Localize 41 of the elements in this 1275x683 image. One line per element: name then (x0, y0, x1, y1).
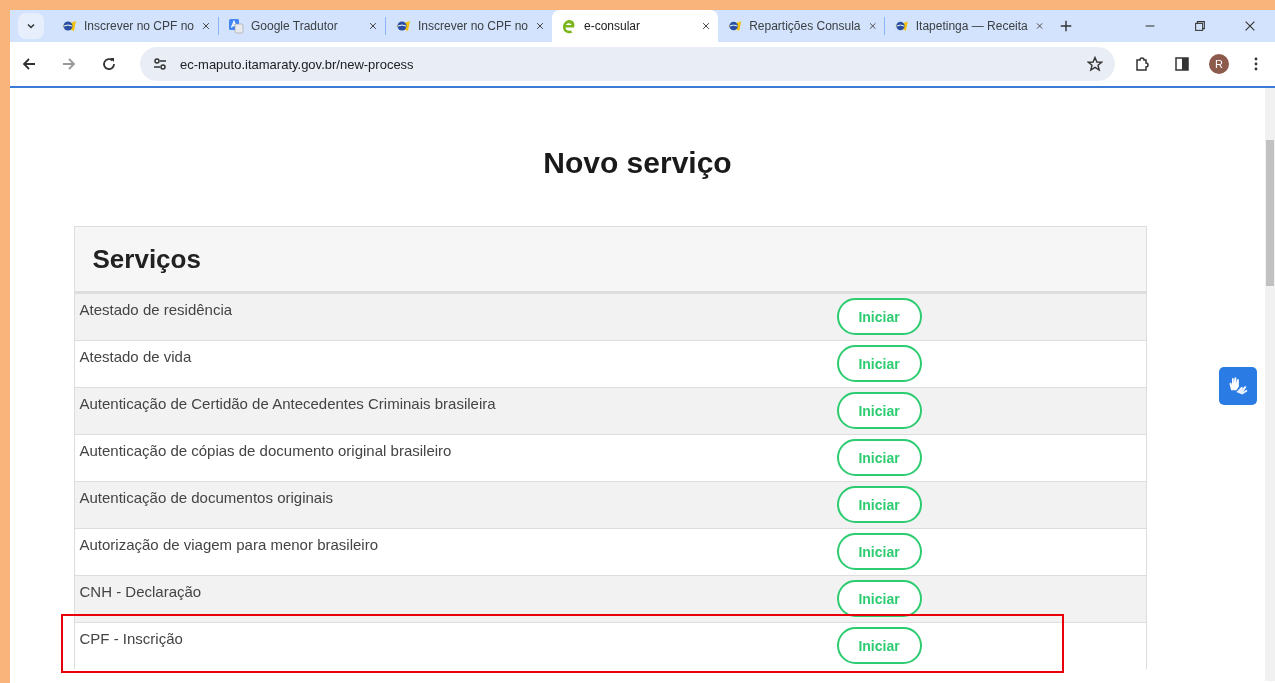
star-icon (1087, 56, 1103, 72)
service-name: Autenticação de documentos originais (79, 488, 334, 508)
page-title: Novo serviço (543, 146, 732, 180)
service-name: Atestado de vida (79, 347, 193, 367)
arrow-right-icon (61, 56, 77, 72)
close-icon (1243, 19, 1257, 33)
profile-avatar[interactable]: R (1209, 54, 1229, 74)
translate-icon (228, 18, 244, 34)
browser-tab[interactable]: Itapetinga — Receita (885, 10, 1051, 42)
puzzle-icon (1134, 56, 1150, 72)
browser-tab[interactable]: Repartições Consula (718, 10, 884, 42)
plus-icon (1059, 19, 1073, 33)
address-bar[interactable]: ec-maputo.itamaraty.gov.br/new-process (140, 47, 1115, 81)
site-settings-icon (152, 56, 168, 72)
restore-icon (1193, 19, 1207, 33)
service-name: Atestado de residência (79, 300, 234, 320)
close-icon (701, 21, 711, 31)
close-icon (867, 21, 877, 31)
close-icon (1034, 21, 1044, 31)
close-icon (535, 21, 545, 31)
globe-flag-icon (61, 18, 77, 34)
scrollbar[interactable] (1265, 88, 1275, 681)
letter-e-icon (561, 18, 577, 34)
close-icon (201, 21, 211, 31)
arrow-left-icon (21, 56, 37, 72)
browser-tab[interactable]: Google Tradutor (219, 10, 385, 42)
accessibility-button[interactable] (1219, 367, 1257, 405)
close-icon (368, 21, 378, 31)
service-name: Autenticação de Certidão de Antecedentes Criminais brasileira (79, 394, 497, 414)
reload-icon (101, 56, 117, 72)
service-name: Autenticação de cópias de documento original brasileiro (79, 441, 453, 461)
panel-title: Serviços (92, 243, 201, 275)
globe-flag-icon (395, 18, 411, 34)
service-name: CPF - Inscrição (79, 629, 184, 649)
browser-tab[interactable]: Inscrever no CPF no (386, 10, 552, 42)
new-tab-button[interactable] (1059, 19, 1073, 33)
service-name: Autorização de viagem para menor brasileiro (79, 535, 379, 555)
service-name: CNH - Declaração (79, 582, 203, 602)
browser-tab[interactable]: e-consular (552, 10, 718, 42)
browser-tab[interactable]: Inscrever no CPF no (52, 10, 218, 42)
side-panel-icon (1174, 56, 1190, 72)
